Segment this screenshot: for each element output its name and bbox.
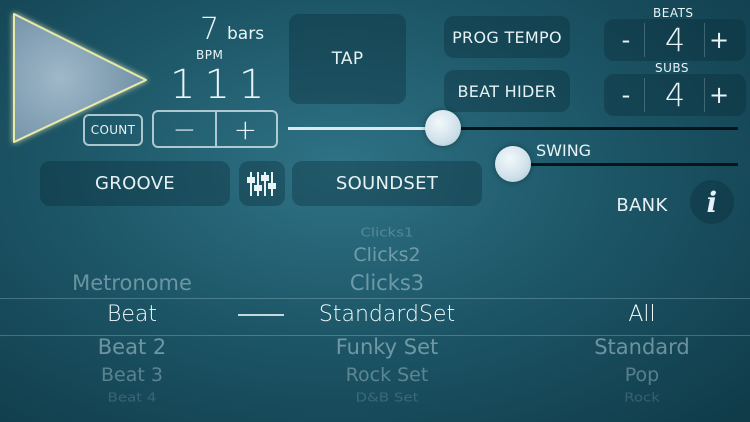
subs-label: SUBS: [655, 61, 690, 75]
beats-stepper: - 4 +: [604, 19, 746, 61]
tempo-minus-button[interactable]: −: [154, 112, 215, 146]
bars-label: bars: [227, 24, 265, 44]
bars-value: 7: [200, 12, 220, 47]
tempo-stepper: − +: [152, 110, 278, 148]
beat-hider-button[interactable]: BEAT HIDER: [444, 70, 570, 112]
tempo-slider-knob[interactable]: [424, 110, 461, 146]
picker-item[interactable]: Funky Set: [336, 335, 439, 359]
picker-item[interactable]: Clicks1: [360, 224, 413, 239]
swing-slider[interactable]: [495, 146, 738, 182]
count-button[interactable]: COUNT: [83, 114, 143, 146]
picker-item[interactable]: Metronome: [72, 271, 192, 295]
picker-item[interactable]: Rock Set: [346, 364, 429, 386]
soundset-button[interactable]: SOUNDSET: [292, 161, 482, 206]
bpm-value[interactable]: 111: [170, 62, 264, 108]
picker-dash: [238, 314, 284, 316]
picker-item[interactable]: D&B Set: [356, 389, 419, 404]
picker-item[interactable]: Clicks2: [353, 244, 420, 266]
mixer-button[interactable]: [239, 161, 285, 206]
picker-item[interactable]: Beat 3: [101, 364, 163, 386]
picker-item[interactable]: Rock: [624, 389, 660, 404]
tap-button[interactable]: TAP: [289, 14, 406, 104]
beats-value: 4: [664, 21, 686, 59]
info-icon[interactable]: i: [690, 180, 734, 224]
picker-item[interactable]: Standard: [594, 335, 690, 359]
tempo-plus-button[interactable]: +: [215, 112, 276, 146]
swing-slider-track: [513, 163, 738, 166]
tempo-slider[interactable]: [288, 110, 738, 146]
prog-tempo-button[interactable]: PROG TEMPO: [444, 16, 570, 58]
picker-item[interactable]: Beat 2: [98, 335, 166, 359]
beats-minus-button[interactable]: -: [612, 19, 640, 61]
picker-item-selected[interactable]: StandardSet: [319, 302, 455, 327]
beats-plus-button[interactable]: +: [705, 19, 733, 61]
bpm-label: BPM: [196, 48, 224, 62]
tempo-slider-fill: [288, 127, 443, 130]
picker-item[interactable]: Pop: [625, 364, 659, 386]
bank-button[interactable]: BANK: [604, 190, 680, 220]
picker-item[interactable]: Beat 4: [108, 389, 157, 404]
tempo-slider-track: [442, 127, 738, 130]
picker-item-selected[interactable]: Beat: [107, 302, 157, 327]
groove-button[interactable]: GROOVE: [40, 161, 230, 206]
swing-slider-knob[interactable]: [495, 146, 531, 182]
mixer-sliders-icon: [247, 171, 276, 196]
picker-item[interactable]: Clicks3: [350, 271, 424, 295]
beats-label: BEATS: [653, 6, 694, 20]
picker-item-selected[interactable]: All: [628, 302, 655, 327]
